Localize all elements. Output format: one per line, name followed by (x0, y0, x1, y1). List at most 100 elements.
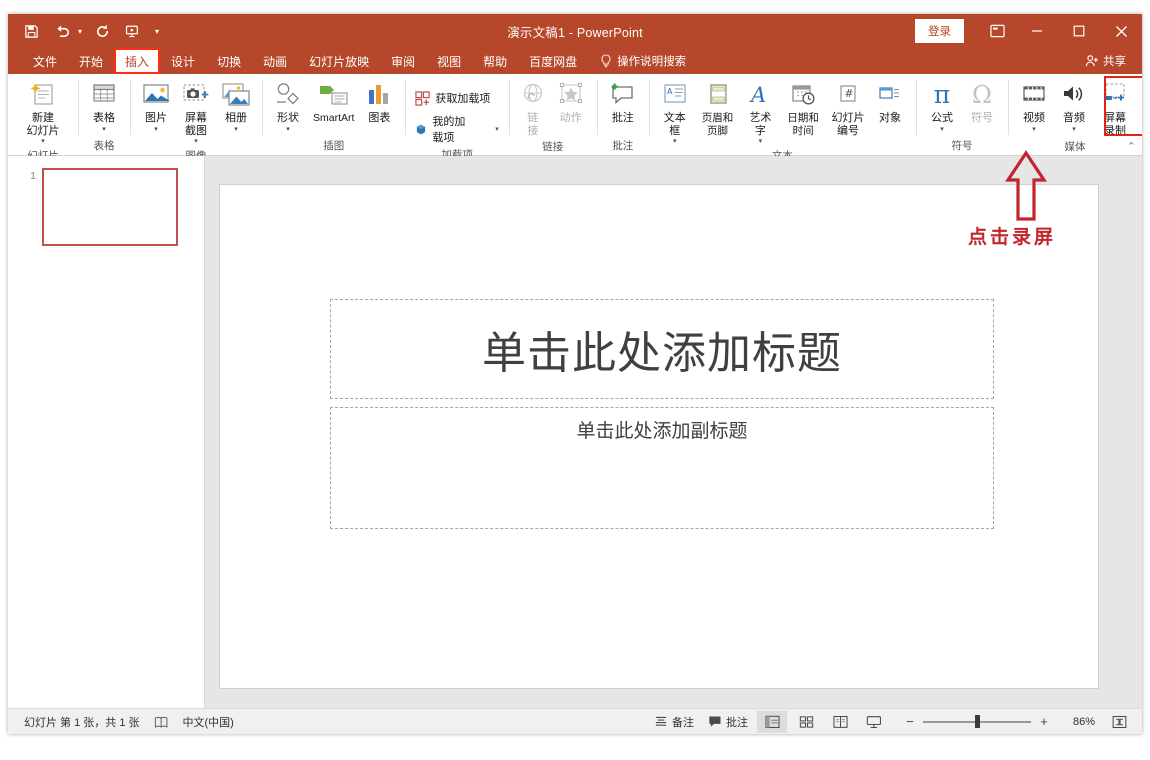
my-addins-label: 我的加载项 (432, 116, 466, 144)
minimize-icon[interactable] (1016, 14, 1058, 48)
comment-button[interactable]: 批注 (603, 78, 643, 127)
date-time-button[interactable]: 日期和时间 (780, 78, 826, 139)
chevron-down-icon[interactable]: ▾ (673, 138, 677, 146)
subtitle-placeholder[interactable]: 单击此处添加副标题 (330, 407, 994, 529)
chevron-down-icon[interactable]: ▾ (194, 138, 198, 146)
chart-button[interactable]: 图表 (359, 78, 399, 127)
group-label-illustrations: 插图 (323, 140, 345, 152)
slideshow-icon[interactable] (122, 20, 144, 42)
new-slide-icon (29, 80, 57, 110)
title-bar: ▾ ▾ 演示文稿1 - PowerPoint 登录 (8, 14, 1142, 48)
my-addins-button[interactable]: 我的加载项 ▾ (411, 111, 502, 147)
text-box-button[interactable]: A 文本框 ▾ (655, 78, 695, 148)
new-slide-button[interactable]: 新建 幻灯片 ▾ (14, 78, 72, 148)
header-footer-button[interactable]: 页眉和页脚 (695, 78, 741, 139)
chevron-down-icon[interactable]: ▾ (1032, 126, 1036, 134)
chevron-down-icon[interactable]: ▾ (41, 138, 45, 146)
photo-album-label: 相册 (225, 112, 247, 124)
accessibility-checker-icon[interactable] (154, 715, 169, 729)
picture-button[interactable]: 图片 ▾ (136, 78, 176, 136)
redo-icon[interactable] (91, 20, 113, 42)
notes-icon (655, 716, 667, 726)
link-button[interactable]: 链 接 (515, 78, 551, 139)
tab-transitions[interactable]: 切换 (206, 48, 252, 74)
maximize-icon[interactable] (1058, 14, 1100, 48)
chevron-down-icon[interactable]: ▾ (1072, 126, 1076, 134)
collapse-ribbon-icon[interactable]: ⌃ (1127, 140, 1136, 153)
group-label-links: 链接 (542, 141, 564, 153)
tab-file[interactable]: 文件 (22, 48, 68, 74)
slide-thumbnail-1[interactable] (42, 168, 178, 246)
undo-icon[interactable] (51, 20, 73, 42)
normal-view-icon[interactable] (757, 710, 787, 733)
zoom-slider[interactable] (923, 715, 1031, 729)
tab-home[interactable]: 开始 (68, 48, 114, 74)
zoom-slider-thumb[interactable] (975, 715, 980, 728)
tab-animations[interactable]: 动画 (252, 48, 298, 74)
title-placeholder[interactable]: 单击此处添加标题 (330, 299, 994, 399)
zoom-out-button[interactable]: − (904, 714, 916, 729)
smartart-button[interactable]: SmartArt (308, 78, 359, 127)
symbol-button[interactable]: Ω 符号 (962, 78, 1002, 127)
notes-button[interactable]: 备注 (648, 712, 700, 732)
slide-sorter-icon[interactable] (791, 711, 821, 733)
chevron-down-icon[interactable]: ▾ (940, 126, 944, 134)
close-icon[interactable] (1100, 14, 1142, 48)
table-button[interactable]: 表格 ▾ (84, 78, 124, 136)
text-box-label: 文本框 (663, 112, 686, 137)
language-label[interactable]: 中文(中国) (183, 714, 234, 730)
tell-me-search[interactable]: 操作说明搜索 (600, 48, 686, 74)
shapes-icon (274, 80, 302, 110)
customize-qat-icon[interactable]: ▾ (155, 27, 159, 36)
chevron-down-icon[interactable]: ▾ (102, 126, 106, 134)
shapes-button[interactable]: 形状 ▾ (268, 78, 308, 136)
equation-icon: π (934, 80, 950, 110)
tab-insert[interactable]: 插入 (114, 48, 161, 74)
slide-canvas[interactable]: 单击此处添加标题 单击此处添加副标题 (219, 184, 1099, 689)
equation-label: 公式 (931, 112, 953, 124)
header-footer-label: 页眉和页脚 (701, 112, 734, 137)
chevron-down-icon[interactable]: ▾ (234, 126, 238, 134)
object-button[interactable]: 对象 (870, 78, 910, 127)
chevron-down-icon[interactable]: ▾ (286, 126, 290, 134)
thumbnail-number: 1 (30, 170, 36, 182)
comment-icon (609, 80, 636, 110)
slide-number-button[interactable]: # 幻灯片 编号 (826, 78, 870, 139)
screen-recording-button[interactable]: 屏幕 录制 (1094, 78, 1136, 139)
share-button[interactable]: 共享 (1075, 48, 1142, 74)
equation-button[interactable]: π 公式 ▾ (922, 78, 962, 136)
zoom-in-button[interactable]: + (1038, 714, 1050, 729)
photo-album-button[interactable]: 相册 ▾ (216, 78, 256, 136)
chevron-down-icon[interactable]: ▾ (154, 126, 158, 134)
tab-baidu-netdisk[interactable]: 百度网盘 (518, 48, 588, 74)
tab-help[interactable]: 帮助 (472, 48, 518, 74)
get-addins-button[interactable]: 获取加载项 (411, 88, 502, 108)
get-addins-label: 获取加载项 (435, 93, 491, 105)
sign-in-button[interactable]: 登录 (915, 19, 964, 43)
slide-show-icon[interactable] (859, 711, 889, 733)
action-button[interactable]: 动作 (551, 78, 591, 127)
zoom-control: − + 86% (904, 711, 1132, 733)
zoom-level-label[interactable]: 86% (1061, 716, 1095, 728)
audio-button[interactable]: 音频 ▾ (1054, 78, 1094, 136)
ribbon-group-images: 图片 ▾ 屏幕截图 ▾ 相册 ▾ 图像 (130, 74, 262, 162)
reading-view-icon[interactable] (825, 711, 855, 733)
chevron-down-icon[interactable]: ▾ (495, 125, 499, 133)
wordart-button[interactable]: A 艺术字 ▾ (740, 78, 780, 148)
undo-dropdown-icon[interactable]: ▾ (78, 27, 82, 36)
ribbon-display-options-icon[interactable] (978, 14, 1016, 48)
fit-to-window-icon[interactable] (1106, 711, 1132, 733)
tab-review[interactable]: 审阅 (380, 48, 426, 74)
save-icon[interactable] (20, 20, 42, 42)
ribbon-group-illustrations: 形状 ▾ SmartArt 图表 插图 (262, 74, 405, 155)
tab-view[interactable]: 视图 (426, 48, 472, 74)
chevron-down-icon[interactable]: ▾ (759, 138, 763, 146)
slide-thumbnail-pane: 1 (8, 156, 205, 708)
symbol-icon: Ω (972, 80, 992, 110)
symbol-label: 符号 (971, 112, 993, 124)
comments-button[interactable]: 批注 (702, 712, 754, 732)
tab-design[interactable]: 设计 (160, 48, 206, 74)
screenshot-button[interactable]: 屏幕截图 ▾ (176, 78, 216, 148)
video-button[interactable]: 视频 ▾ (1014, 78, 1054, 136)
tab-slideshow[interactable]: 幻灯片放映 (298, 48, 380, 74)
